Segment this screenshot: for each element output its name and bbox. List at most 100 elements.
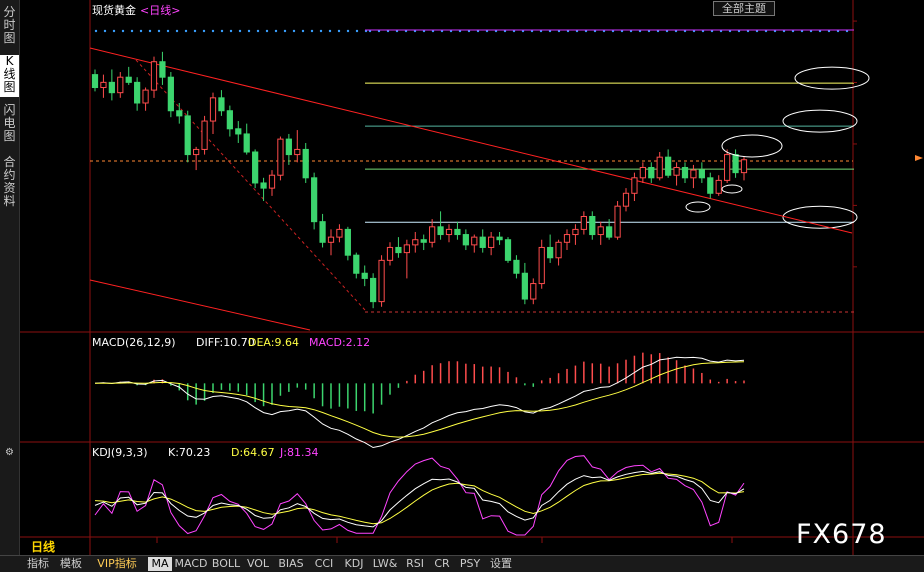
candle-body bbox=[547, 246, 554, 259]
macd-diff-line bbox=[94, 356, 745, 449]
candle-body bbox=[665, 156, 672, 176]
macd-dea-value: DEA:9.64 bbox=[248, 336, 299, 349]
candle-body bbox=[378, 259, 385, 303]
candlestick-series bbox=[91, 51, 748, 309]
indicator-tab-9[interactable]: KDJ bbox=[340, 557, 368, 571]
macd-title: MACD(26,12,9) bbox=[92, 336, 176, 349]
signal-dot bbox=[301, 29, 305, 33]
signal-dot bbox=[355, 29, 359, 33]
indicator-tab-13[interactable]: PSY bbox=[456, 557, 484, 571]
kdj-j-line bbox=[94, 455, 745, 536]
signal-dot bbox=[337, 29, 341, 33]
indicator-tab-4[interactable]: MACD bbox=[174, 557, 208, 571]
signal-dot bbox=[220, 29, 224, 33]
candle-body bbox=[437, 226, 444, 236]
candle-body bbox=[555, 241, 562, 259]
lower-channel-line bbox=[89, 279, 311, 331]
candle-body bbox=[707, 177, 714, 194]
signal-dot bbox=[148, 29, 152, 33]
signal-dot bbox=[328, 29, 332, 33]
candle-body bbox=[176, 110, 183, 117]
candle-body bbox=[656, 156, 663, 179]
left-tab-bar: 分时图 K线图 闪电图 合约资料 ⚙ bbox=[0, 0, 20, 555]
candle-body bbox=[311, 177, 318, 223]
indicator-tab-3[interactable]: MA bbox=[148, 557, 172, 571]
signal-dot bbox=[229, 29, 233, 33]
tab-contract-info[interactable]: 合约资料 bbox=[0, 156, 19, 212]
indicator-tab-0[interactable]: 指标 bbox=[22, 557, 54, 571]
candle-body bbox=[681, 166, 689, 179]
candle-body bbox=[504, 239, 512, 261]
kdj-k-value: K:70.23 bbox=[168, 446, 210, 459]
candle-body bbox=[91, 74, 99, 89]
candle-body bbox=[614, 205, 621, 238]
candle-body bbox=[740, 159, 748, 174]
indicator-tab-11[interactable]: RSI bbox=[402, 557, 428, 571]
candle-body bbox=[648, 166, 655, 179]
theme-select-button[interactable]: 全部主题 bbox=[713, 1, 775, 16]
indicator-tab-10[interactable]: LW& bbox=[370, 557, 400, 571]
indicator-tab-7[interactable]: BIAS bbox=[274, 557, 308, 571]
candle-body bbox=[563, 234, 571, 243]
signal-dot bbox=[283, 29, 287, 33]
tab-kline[interactable]: K线图 bbox=[0, 55, 19, 97]
candle-body bbox=[538, 246, 545, 285]
signal-dot bbox=[319, 29, 323, 33]
symbol-title: 现货黄金 bbox=[92, 3, 136, 17]
candle-body bbox=[218, 97, 225, 112]
candle-body bbox=[209, 97, 217, 122]
indicator-tab-8[interactable]: CCI bbox=[310, 557, 338, 571]
candle-body bbox=[252, 151, 259, 184]
candle-body bbox=[167, 76, 174, 112]
current-price-marker bbox=[915, 155, 923, 161]
signal-dot bbox=[274, 29, 278, 33]
indicator-tab-12[interactable]: CR bbox=[430, 557, 454, 571]
candle-body bbox=[479, 236, 486, 248]
candle-body bbox=[125, 76, 132, 83]
tab-timeshare[interactable]: 分时图 bbox=[0, 6, 19, 45]
candle-body bbox=[622, 192, 630, 207]
watermark-logo: FX678 bbox=[796, 519, 887, 550]
signal-dot bbox=[175, 29, 179, 33]
candle-body bbox=[597, 226, 604, 236]
candle-body bbox=[724, 154, 731, 181]
signal-dot bbox=[256, 29, 260, 33]
signal-dot bbox=[211, 29, 215, 33]
signal-dot bbox=[202, 29, 206, 33]
tab-flash-chart[interactable]: 闪电图 bbox=[0, 104, 19, 146]
kdj-panel: KDJ(9,3,3) K:70.23 D:64.67 J:81.34 bbox=[92, 446, 745, 536]
candle-body bbox=[319, 221, 326, 243]
candle-body bbox=[673, 166, 680, 176]
candle-body bbox=[285, 138, 292, 156]
indicator-tab-1[interactable]: 模板 bbox=[56, 557, 86, 571]
signal-dot bbox=[94, 29, 98, 33]
current-price-ellipse bbox=[721, 134, 783, 158]
candle-body bbox=[361, 272, 368, 279]
candle-body bbox=[201, 120, 208, 150]
kdj-j-value: J:81.34 bbox=[279, 446, 318, 459]
candle-body bbox=[150, 61, 158, 91]
signal-dot bbox=[130, 29, 134, 33]
candle-body bbox=[353, 254, 360, 274]
macd-diff-value: DIFF:10.70 bbox=[196, 336, 255, 349]
gear-icon[interactable]: ⚙ bbox=[0, 446, 19, 459]
signal-dot bbox=[139, 29, 143, 33]
candle-body bbox=[488, 236, 495, 248]
candle-body bbox=[268, 174, 276, 189]
candle-body bbox=[277, 138, 284, 176]
candle-body bbox=[572, 228, 579, 236]
indicator-tab-2[interactable]: VIP指标 bbox=[88, 557, 146, 571]
indicator-tab-5[interactable]: BOLL bbox=[210, 557, 242, 571]
candle-body bbox=[395, 246, 402, 254]
candle-body bbox=[496, 236, 503, 241]
indicator-tab-14[interactable]: 设置 bbox=[486, 557, 516, 571]
signal-dot bbox=[184, 29, 188, 33]
signal-dot bbox=[310, 29, 314, 33]
candle-body bbox=[513, 259, 520, 274]
candle-body bbox=[471, 236, 478, 246]
candle-body bbox=[429, 226, 436, 243]
candle-body bbox=[336, 228, 343, 238]
indicator-tab-6[interactable]: VOL bbox=[244, 557, 272, 571]
timeframe-label[interactable]: 日线 bbox=[31, 538, 55, 555]
signal-dot bbox=[103, 29, 107, 33]
